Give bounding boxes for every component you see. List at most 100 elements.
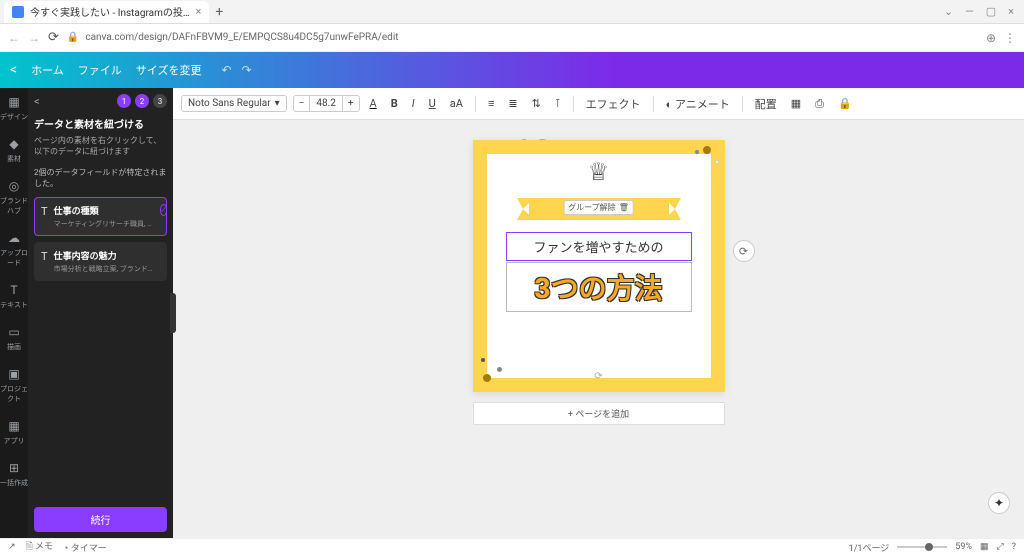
add-page-button[interactable]: + ページを追加 [473, 402, 725, 425]
italic-icon[interactable]: I [408, 95, 419, 112]
effects-button[interactable]: エフェクト [582, 94, 645, 114]
close-icon[interactable]: × [196, 5, 202, 18]
file-menu[interactable]: ファイル [78, 62, 122, 78]
decor-dot [695, 150, 699, 154]
status-bar: ↗ 🗎 メモ ◔ タイマー 1/1ページ 59% ▦ ⤢ ? [0, 538, 1024, 555]
continue-button[interactable]: 続行 [34, 507, 167, 532]
app-topbar: < ホーム ファイル サイズを変更 ↶ ↷ [0, 52, 1024, 88]
redo-icon[interactable]: ↷ [242, 63, 252, 77]
rail-draw[interactable]: ▭描画 [6, 324, 22, 352]
zoom-thumb[interactable] [925, 543, 933, 551]
minimize-icon[interactable]: — [965, 5, 974, 18]
step-1[interactable]: 1 [117, 94, 131, 108]
panel-title: データと素材を紐づける [34, 116, 167, 131]
size-minus[interactable]: − [294, 96, 310, 111]
font-size-value[interactable]: 48.2 [309, 96, 343, 111]
headline-text[interactable]: 3つの方法 [506, 262, 692, 312]
font-size-stepper[interactable]: − 48.2 + [293, 95, 360, 112]
decor-dot [481, 358, 485, 362]
url-field[interactable]: 🔒 canva.com/design/DAFnFBVM9_E/EMPQCS8u4… [67, 32, 978, 43]
bold-icon[interactable]: B [387, 95, 402, 112]
left-rail: ▦デザイン ◆素材 ◎ブランドハブ ☁アップロード Tテキスト ▭描画 ▣プロジ… [0, 88, 28, 538]
resize-menu[interactable]: サイズを変更 [136, 62, 202, 78]
window-dropdown-icon[interactable]: ⌄ [944, 5, 953, 18]
panel-desc: ページ内の素材を右クリックして、以下のデータに紐づけます [34, 135, 167, 157]
field-1-title: 仕事の種類 [54, 204, 154, 217]
close-window-icon[interactable]: × [1008, 5, 1014, 18]
sync-icon: ⟳ [594, 371, 602, 382]
vertical-text-icon[interactable]: ⊺ [551, 95, 565, 112]
group-ungroup-label[interactable]: グループ解除🗑 [563, 200, 634, 215]
position-button[interactable]: 配置 [751, 94, 781, 114]
data-field-1[interactable]: T 仕事の種類 マーケティングリサーチ職員, ブランドマネージャー, デ… ✓ [34, 197, 167, 236]
decor-dot [497, 367, 502, 372]
shapes-icon: ◆ [6, 136, 22, 152]
back-icon[interactable]: ← [8, 31, 20, 45]
design-page[interactable]: ♕ {仕事の種類} グループ解除🗑 ファンを増やすための 3つの方法 ⟳ ⟳ [473, 140, 725, 392]
panel-back-icon[interactable]: < [34, 95, 40, 108]
lock-icon[interactable]: 🔒 [834, 95, 856, 112]
panel-toggle-icon[interactable]: ↗ [8, 542, 16, 552]
field-2-desc: 市場分析と戦略立案, ブランド価値の向上, オンライン広… [54, 264, 154, 274]
url-text: canva.com/design/DAFnFBVM9_E/EMPQCS8u4DC… [85, 32, 398, 43]
forward-icon[interactable]: → [28, 31, 40, 45]
rail-bulk[interactable]: ⊞一括作成 [0, 460, 28, 488]
brand-icon: ◎ [6, 178, 22, 194]
animate-button[interactable]: ◐ アニメート [662, 94, 734, 114]
new-tab-button[interactable]: + [215, 4, 223, 20]
browser-tab[interactable]: 今すぐ実践したい - Instagramの投… × [4, 1, 209, 23]
transparency-icon[interactable]: ▦ [787, 95, 805, 112]
size-plus[interactable]: + [343, 96, 359, 111]
zoom-value[interactable]: 59% [955, 542, 972, 552]
text-color-icon[interactable]: A [366, 95, 381, 112]
maximize-icon[interactable]: ▢ [986, 5, 996, 18]
nav-back-icon[interactable]: < [10, 62, 17, 78]
trash-icon[interactable]: 🗑 [619, 203, 629, 212]
zoom-slider[interactable] [897, 546, 947, 548]
reload-icon[interactable]: ⟳ [48, 30, 59, 45]
tab-title: 今すぐ実践したい - Instagramの投… [30, 4, 190, 19]
timer-button[interactable]: ◔ タイマー [63, 541, 107, 554]
text-icon: T [6, 282, 22, 298]
spacing-icon[interactable]: ⇅ [528, 95, 545, 112]
undo-icon[interactable]: ↶ [221, 63, 231, 77]
text-icon: T [41, 250, 48, 263]
fullscreen-icon[interactable]: ⤢ [997, 542, 1004, 552]
crown-icon[interactable]: ♕ [588, 158, 610, 186]
help-icon[interactable]: ? [1012, 542, 1016, 552]
home-link[interactable]: ホーム [31, 62, 64, 78]
notes-button[interactable]: 🗎 メモ [26, 539, 53, 555]
window-controls: ⌄ — ▢ × [944, 5, 1024, 18]
rail-brand[interactable]: ◎ブランドハブ [0, 178, 28, 216]
field-1-desc: マーケティングリサーチ職員, ブランドマネージャー, デ… [54, 219, 154, 229]
rail-elements[interactable]: ◆素材 [6, 136, 22, 164]
rail-apps[interactable]: ▦アプリ [4, 418, 25, 446]
data-field-2[interactable]: T 仕事内容の魅力 市場分析と戦略立案, ブランド価値の向上, オンライン広… [34, 242, 167, 281]
search-icon[interactable]: ⊕ [986, 31, 996, 45]
menu-icon[interactable]: ⋮ [1004, 31, 1016, 45]
field-2-title: 仕事内容の魅力 [54, 249, 154, 262]
step-3[interactable]: 3 [153, 94, 167, 108]
rail-upload[interactable]: ☁アップロード [0, 230, 28, 268]
list-icon[interactable]: ≣ [504, 95, 521, 112]
case-icon[interactable]: aA [446, 95, 467, 112]
draw-icon: ▭ [6, 324, 22, 340]
font-select[interactable]: Noto Sans Regular ▾ [181, 95, 287, 112]
page-counter[interactable]: 1/1ページ [849, 541, 890, 554]
lock-icon: 🔒 [67, 32, 79, 43]
link-data-icon[interactable]: ⎙ [811, 95, 828, 113]
align-icon[interactable]: ≡ [484, 95, 498, 112]
floating-action-button[interactable]: ⟳ [733, 240, 755, 262]
grid-view-icon[interactable]: ▦ [980, 542, 989, 552]
folder-icon: ▣ [6, 366, 22, 382]
panel-status: 2個のデータフィールドが特定されました。 [34, 167, 167, 189]
underline-icon[interactable]: U [425, 95, 440, 112]
canvas-area: Noto Sans Regular ▾ − 48.2 + A B I U aA … [173, 88, 1024, 538]
rail-design[interactable]: ▦デザイン [0, 94, 28, 122]
selected-text-line1[interactable]: ファンを増やすための [506, 232, 692, 261]
rail-projects[interactable]: ▣プロジェクト [0, 366, 28, 404]
rail-text[interactable]: Tテキスト [0, 282, 28, 310]
help-button[interactable]: ✦ [988, 492, 1010, 514]
canvas-viewport[interactable]: 🔒 ⎘ ⤢ ♕ {仕事の種類} グループ解除🗑 ファンを増やすための [173, 120, 1024, 538]
step-2[interactable]: 2 [135, 94, 149, 108]
